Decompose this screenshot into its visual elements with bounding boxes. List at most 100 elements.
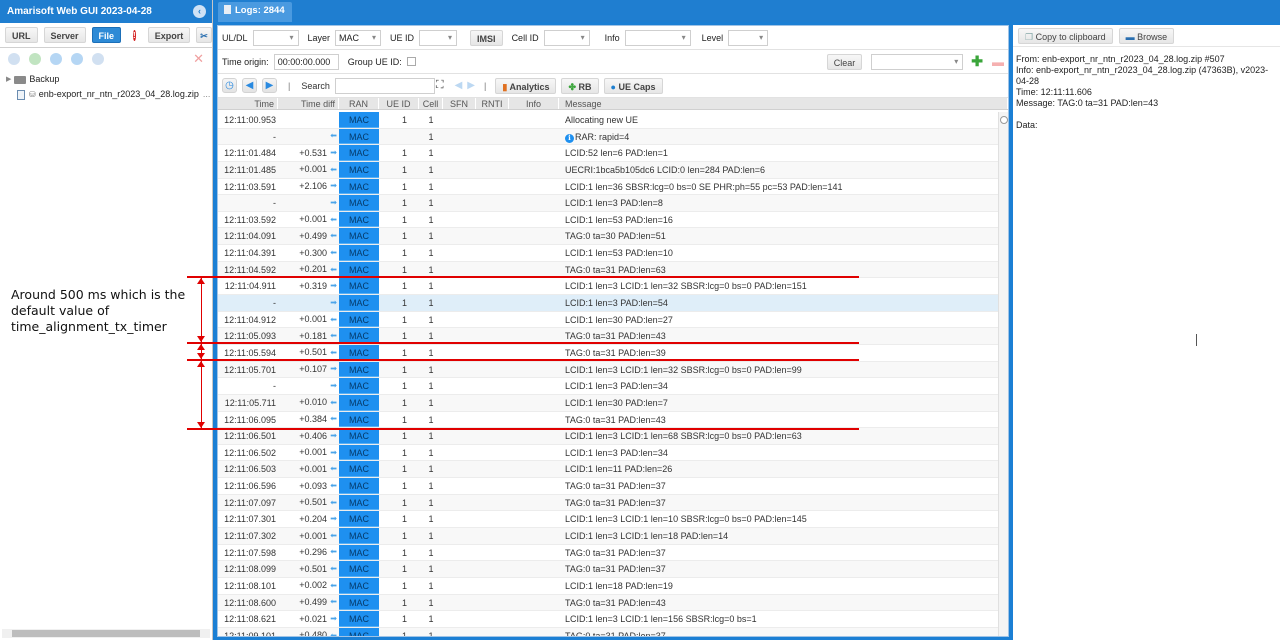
cell-ue-id: 1 bbox=[401, 531, 407, 542]
time-diff-value: +0.001 bbox=[299, 314, 327, 325]
table-row[interactable]: 12:11:04.912 +0.001 ⬅ MAC 1 1 LCID:1 len=30 PA… bbox=[218, 311, 1000, 329]
cell-cell: 1 bbox=[428, 547, 434, 558]
arrow-up-icon bbox=[197, 361, 205, 367]
table-row[interactable]: 12:11:06.095 +0.384 ⬅ MAC 1 1 TAG:0 ta=31 PAD:… bbox=[218, 411, 1000, 429]
add-icon[interactable]: ✚ bbox=[971, 53, 983, 70]
file-button[interactable]: File bbox=[91, 27, 122, 43]
cell-rnti bbox=[476, 129, 509, 145]
separator: | bbox=[483, 80, 487, 91]
col-ran[interactable]: RAN bbox=[339, 98, 379, 109]
vertical-scrollbar[interactable] bbox=[998, 112, 1008, 636]
scrollbar-thumb[interactable] bbox=[12, 630, 200, 637]
table-row[interactable]: 12:11:06.501 +0.406 ➡ MAC 1 1 LCID:1 len=3 LCI… bbox=[218, 428, 1000, 445]
ueid-select[interactable] bbox=[419, 29, 458, 46]
url-button[interactable]: URL bbox=[5, 27, 38, 43]
table-row[interactable]: - ➡ MAC 1 1 LCID:1 len=3 PAD:len=8 bbox=[218, 195, 1000, 212]
cell-sfn bbox=[443, 611, 476, 627]
clear-button[interactable]: Clear bbox=[826, 53, 863, 70]
table-row[interactable]: 12:11:01.484 +0.531 ➡ MAC 1 1 LCID:52 len=6 PA… bbox=[218, 145, 1000, 162]
table-row[interactable]: 12:11:03.591 +2.106 ➡ MAC 1 1 LCID:1 len=36 SB… bbox=[218, 178, 1000, 196]
time-origin-input[interactable]: 00:00:00.000 bbox=[273, 53, 339, 70]
cell-cell: 1 bbox=[428, 497, 434, 508]
clock-icon[interactable]: ◷ bbox=[222, 78, 237, 93]
table-row[interactable]: 12:11:06.502 +0.001 ➡ MAC 1 1 LCID:1 len=3 PAD… bbox=[218, 444, 1000, 462]
expand-icon[interactable]: ▶ bbox=[6, 72, 11, 87]
col-ue-id[interactable]: UE ID bbox=[379, 98, 419, 109]
tree-item-backup[interactable]: ▶ Backup bbox=[0, 72, 212, 87]
arrow-left-icon[interactable]: ◀ bbox=[242, 78, 257, 93]
level-select[interactable] bbox=[728, 29, 769, 46]
table-row[interactable]: 12:11:04.391 +0.300 ⬅ MAC 1 1 LCID:1 len=53 PA… bbox=[218, 245, 1000, 262]
rb-button[interactable]: ✤ RB bbox=[561, 77, 599, 94]
table-row[interactable]: 12:11:08.101 +0.002 ⬅ MAC 1 1 LCID:1 len=18 PA… bbox=[218, 577, 1000, 595]
col-message[interactable]: Message bbox=[559, 98, 1008, 109]
wrench-icon[interactable] bbox=[8, 53, 20, 65]
table-row[interactable]: 12:11:07.097 +0.501 ⬅ MAC 1 1 TAG:0 ta=31 PAD:… bbox=[218, 494, 1000, 512]
table-row[interactable]: - ➡ MAC 1 1 LCID:1 len=3 PAD:len=54 bbox=[218, 295, 1000, 312]
chevron-left-icon[interactable]: ‹ bbox=[193, 5, 206, 18]
search-input[interactable] bbox=[334, 77, 435, 94]
table-row[interactable]: 12:11:05.711 +0.010 ⬅ MAC 1 1 LCID:1 len=30 PA… bbox=[218, 394, 1000, 412]
col-rnti[interactable]: RNTI bbox=[476, 98, 509, 109]
col-time[interactable]: Time bbox=[218, 98, 278, 109]
search-next-icon[interactable]: ▶ bbox=[467, 80, 475, 91]
table-row[interactable]: 12:11:08.600 +0.499 ⬅ MAC 1 1 TAG:0 ta=31 PAD:… bbox=[218, 594, 1000, 612]
table-row[interactable]: 12:11:03.592 +0.001 ⬅ MAC 1 1 LCID:1 len=53 PA… bbox=[218, 211, 1000, 229]
table-row[interactable]: 12:11:08.621 +0.021 ➡ MAC 1 1 LCID:1 len=3 LCI… bbox=[218, 611, 1000, 628]
server-button[interactable]: Server bbox=[43, 27, 86, 43]
delete-icon[interactable]: ✕ bbox=[193, 51, 204, 67]
table-row[interactable]: 12:11:06.596 +0.093 ⬅ MAC 1 1 TAG:0 ta=31 PAD:… bbox=[218, 478, 1000, 495]
tree-item-log-file[interactable]: ⛁ enb-export_nr_ntn_r2023_04_28.log.zip … bbox=[0, 87, 212, 102]
cell-time-diff: +0.384 ⬅ bbox=[278, 412, 339, 428]
remove-icon[interactable]: ▬ bbox=[992, 55, 1004, 69]
cellid-select[interactable] bbox=[543, 29, 590, 46]
cell-cell: 1 bbox=[428, 231, 434, 242]
error-icon[interactable]: ! bbox=[133, 29, 136, 41]
scrollbar-knob[interactable] bbox=[1000, 116, 1008, 124]
browse-button[interactable]: ▬ Browse bbox=[1118, 27, 1175, 44]
table-row[interactable]: 12:11:08.099 +0.501 ⬅ MAC 1 1 TAG:0 ta=31 PAD:… bbox=[218, 561, 1000, 578]
table-row[interactable]: 12:11:01.485 +0.001 ⬅ MAC 1 1 UECRI:1bca5b105d… bbox=[218, 161, 1000, 179]
table-row[interactable]: 12:11:07.301 +0.204 ➡ MAC 1 1 LCID:1 len=3 LCI… bbox=[218, 511, 1000, 529]
analytics-button[interactable]: ▮ Analytics bbox=[495, 77, 557, 94]
table-row[interactable]: 12:11:04.911 +0.319 ➡ MAC 1 1 LCID:1 len=3 LCI… bbox=[218, 278, 1000, 296]
table-row[interactable]: 12:11:06.503 +0.001 ⬅ MAC 1 1 LCID:1 len=11 PA… bbox=[218, 461, 1000, 479]
export-button[interactable]: Export bbox=[147, 27, 191, 43]
scissors-icon[interactable] bbox=[92, 53, 104, 65]
time-diff-value: +2.106 bbox=[299, 181, 327, 192]
table-row[interactable]: 12:11:05.701 +0.107 ➡ MAC 1 1 LCID:1 len=3 LCI… bbox=[218, 361, 1000, 379]
scissors-icon[interactable]: ✂ bbox=[196, 27, 212, 43]
cell-ue-id: 1 bbox=[401, 314, 407, 325]
group-ueid-checkbox[interactable] bbox=[406, 57, 416, 66]
col-time-diff[interactable]: Time diff bbox=[278, 98, 339, 109]
file-tree: ▶ Backup ⛁ enb-export_nr_ntn_r2023_04_28… bbox=[0, 70, 212, 102]
copy-to-clipboard-button[interactable]: ❐ Copy to clipboard bbox=[1018, 27, 1113, 44]
layer-select[interactable]: MAC bbox=[335, 29, 382, 46]
filter-preset-select[interactable] bbox=[871, 53, 964, 70]
play-icon[interactable] bbox=[71, 53, 83, 65]
info-select[interactable] bbox=[624, 29, 691, 46]
cell-cell: 1 bbox=[428, 414, 434, 425]
table-row[interactable]: - ➡ MAC 1 1 LCID:1 len=3 PAD:len=34 bbox=[218, 378, 1000, 395]
table-row[interactable]: 12:11:00.953 MAC 1 1 Allocating new UE bbox=[218, 112, 1000, 129]
table-row[interactable]: 12:11:09.101 +0.480 ⬅ MAC 1 1 TAG:0 ta=31 PAD:… bbox=[218, 627, 1000, 636]
uldl-select[interactable] bbox=[252, 29, 299, 46]
table-row[interactable]: 12:11:07.302 +0.001 ⬅ MAC 1 1 LCID:1 len=3 LCI… bbox=[218, 528, 1000, 545]
table-row[interactable]: 12:11:07.598 +0.296 ⬅ MAC 1 1 TAG:0 ta=31 PAD:… bbox=[218, 544, 1000, 562]
check-icon[interactable] bbox=[29, 53, 41, 65]
col-cell[interactable]: Cell bbox=[419, 98, 443, 109]
ue-caps-button[interactable]: ● UE Caps bbox=[603, 77, 663, 94]
downlink-arrow-icon: ⬅ bbox=[330, 630, 337, 636]
col-info[interactable]: Info bbox=[509, 98, 559, 109]
refresh-icon[interactable] bbox=[50, 53, 62, 65]
tab-logs[interactable]: Logs: 2844 bbox=[218, 2, 292, 22]
annotation-line bbox=[187, 276, 859, 278]
arrow-right-icon[interactable]: ▶ bbox=[262, 78, 277, 93]
table-row[interactable]: - ⬅ MAC 1 ℹ RAR: rapid=4 bbox=[218, 128, 1000, 146]
binoculars-icon[interactable]: ⛶ bbox=[436, 79, 444, 92]
imsi-button[interactable]: IMSI bbox=[470, 29, 503, 46]
col-sfn[interactable]: SFN bbox=[443, 98, 476, 109]
horizontal-scrollbar[interactable] bbox=[2, 629, 210, 638]
table-row[interactable]: 12:11:04.091 +0.499 ⬅ MAC 1 1 TAG:0 ta=30 PAD:… bbox=[218, 228, 1000, 246]
search-prev-icon[interactable]: ◀ bbox=[455, 80, 463, 91]
